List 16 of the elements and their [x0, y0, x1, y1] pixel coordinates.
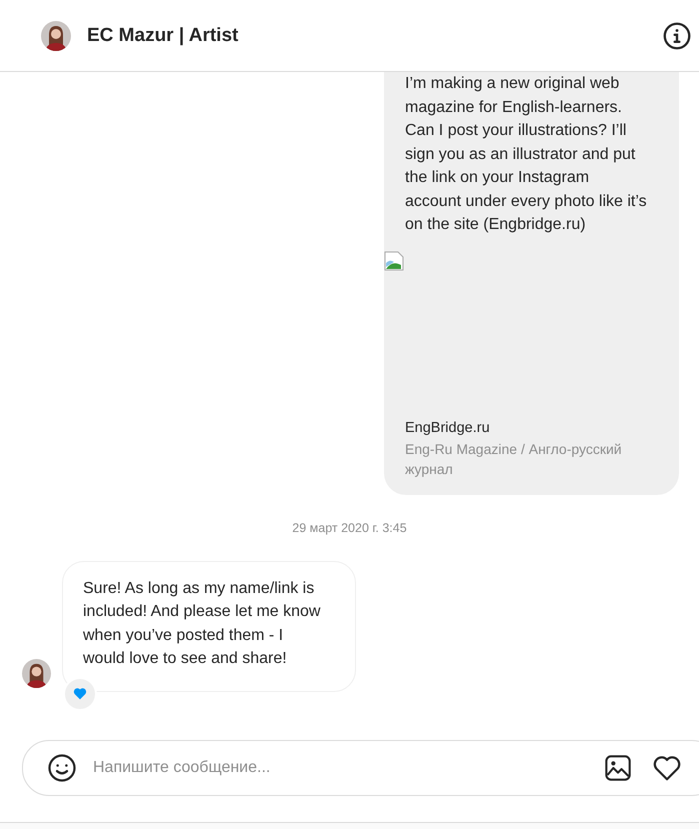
avatar[interactable] — [41, 20, 71, 50]
heart-icon[interactable] — [652, 754, 682, 782]
link-description: Eng-Ru Magazine / Англо-русский журнал — [404, 440, 623, 478]
timestamp: 29 март 2020 г. 3:45 — [292, 520, 407, 534]
message-composer[interactable]: Напишите сообщение... — [22, 740, 699, 796]
emoji-icon[interactable] — [47, 753, 77, 783]
message-input[interactable]: Напишите сообщение... — [87, 759, 594, 777]
link-title[interactable]: EngBridge.ru — [384, 420, 679, 436]
avatar[interactable] — [22, 658, 51, 688]
image-icon[interactable] — [604, 754, 632, 782]
chat-title: EC Mazur | Artist — [87, 24, 240, 46]
broken-image-icon — [384, 250, 404, 270]
message-text: I’m making a new original web magazine for English-learners. Can I post your illustrations? I’ll sign you as an illustrator and put the link on your Instagram account under every photo like it’s on the site (Engbridge.ru) — [404, 74, 648, 235]
heart-icon — [73, 687, 87, 700]
message-text: Sure! As long as my name/link is included! And please let me know when you’ve posted them - I would love to see and share! — [83, 578, 322, 669]
info-icon[interactable] — [663, 22, 691, 50]
